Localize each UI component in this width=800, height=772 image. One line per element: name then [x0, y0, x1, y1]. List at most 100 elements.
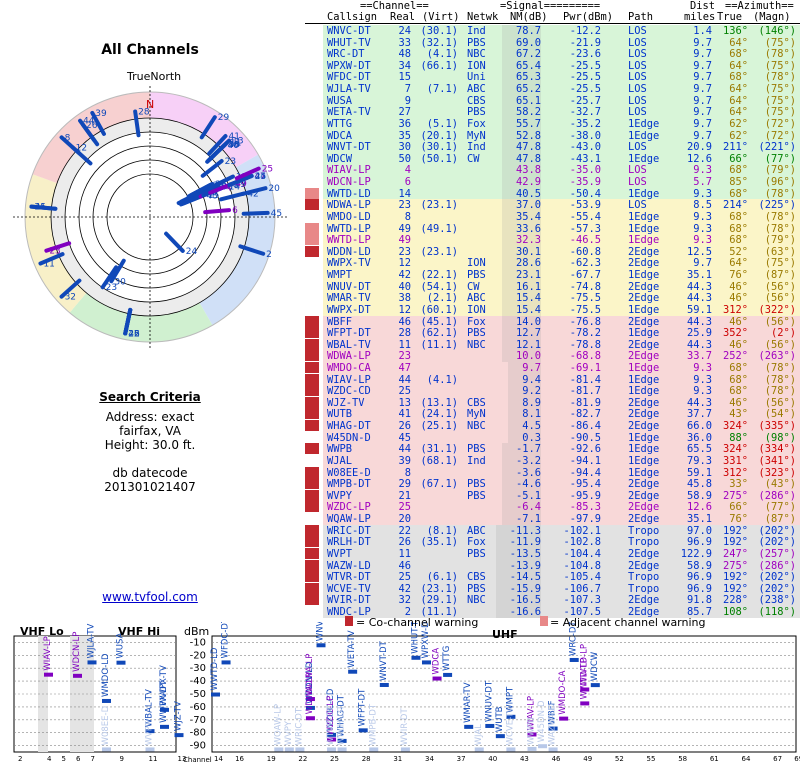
cell-call: WZDC-LP — [327, 501, 371, 514]
signal-bar-label: WQAW-LP — [273, 704, 283, 745]
x-tick-label: 6 — [76, 755, 81, 763]
cell-virt: (62.1) — [420, 327, 458, 340]
signal-bar — [221, 660, 231, 665]
signal-bar-label: WJZ-TV — [174, 701, 184, 731]
signal-bar-chart: -10-20-30-40-50-60-70-80-902 4 5 6 7 9 11 13 14 1… — [13, 599, 800, 763]
cell-pwr: -68.8 — [569, 350, 601, 363]
cell-call: WAZW-LD — [327, 559, 371, 572]
cell-nm: 23.1 — [501, 269, 541, 282]
cell-real: 8 — [404, 210, 411, 223]
polar-channel-label: 20 — [268, 184, 280, 194]
signal-bar-label: WNVC-DT — [316, 622, 326, 641]
cell-virt: (2.1) — [426, 292, 458, 305]
cell-tru: 68° — [729, 164, 748, 177]
cell-tru: 66° — [729, 501, 748, 514]
cell-mag: (96°) — [764, 176, 796, 189]
cell-nm: 30.1 — [501, 245, 541, 258]
cell-tru: 68° — [729, 48, 748, 61]
cell-tru: 275° — [722, 489, 748, 502]
cell-nm: -4.6 — [501, 478, 541, 491]
cell-dist: 58.9 — [686, 489, 712, 502]
cell-tru: 64° — [729, 59, 748, 72]
signal-bar — [284, 747, 294, 752]
signal-bar-label: WDCN-LP — [72, 632, 82, 672]
cell-dist: 96.9 — [686, 536, 712, 549]
cell-dist: 44.3 — [686, 396, 712, 409]
x-tick-label: 58 — [678, 755, 687, 763]
cell-path: 1Edge — [628, 466, 660, 479]
x-tick-label: 5 — [62, 755, 66, 763]
cell-mag: (78°) — [764, 210, 796, 223]
signal-bar-label: WIAV-LP — [43, 636, 53, 670]
cell-nm: -15.9 — [495, 582, 541, 595]
cell-net: Ind — [467, 454, 486, 467]
cell-mag: (238°) — [758, 594, 796, 607]
cell-pwr: -62.3 — [569, 257, 601, 270]
col-nm: NM(dB) — [510, 11, 548, 23]
cell-dist: 9.7 — [693, 257, 712, 270]
cell-mag: (77°) — [764, 152, 796, 165]
cell-mag: (56°) — [764, 292, 796, 305]
cell-nm: 35.4 — [501, 210, 541, 223]
cell-real: 24 — [398, 25, 411, 37]
cell-nm: 14.0 — [501, 315, 541, 328]
signal-bar — [432, 676, 442, 681]
signal-bar-label: WNUV-DT — [484, 680, 494, 722]
signal-bar-label: WWTD-LP — [579, 644, 589, 685]
cell-virt: (23.1) — [420, 245, 458, 258]
cell-dist: 35.1 — [686, 513, 712, 526]
cell-call: WRLH-DT — [327, 536, 371, 549]
x-tick-label: 34 — [425, 755, 434, 763]
cell-nm: 16.1 — [501, 280, 541, 293]
cell-tru: 46° — [729, 396, 748, 409]
table-row: WQAW-LP 20 -7.1 -97.9 2Edge 35.1 76° (87°) — [305, 513, 800, 526]
cell-path: 1Edge — [628, 361, 660, 374]
adjacent-warning-icon — [305, 222, 319, 234]
x-tick-label: 43 — [520, 755, 529, 763]
cell-path: 2Edge — [628, 396, 660, 409]
signal-bar-label: WVIR-DT — [400, 708, 410, 746]
cell-virt: (67.1) — [420, 478, 458, 491]
cell-net: NBC — [467, 338, 486, 351]
tvfool-link[interactable]: www.tvfool.com — [0, 590, 300, 604]
cell-mag: (79°) — [764, 234, 796, 247]
cell-call: WFPT-DT — [327, 327, 371, 340]
cell-real: 25 — [398, 501, 411, 514]
cell-tru: 192° — [722, 536, 748, 549]
cell-mag: (63°) — [764, 245, 796, 258]
cell-mag: (78°) — [764, 71, 796, 84]
cell-net: ABC — [467, 83, 486, 96]
table-row: WVPT 11 PBS -13.5 -104.4 2Edge 122.9 247° (257°) — [305, 547, 800, 560]
cell-nm: 78.7 — [501, 25, 541, 37]
signal-bar-label: WWTD-LD — [210, 647, 220, 690]
cell-virt: (35.1) — [420, 536, 458, 549]
cell-path: 2Edge — [628, 559, 660, 572]
criteria-line: Address: exact — [105, 410, 195, 424]
cell-call: WMDO-LD — [327, 210, 371, 223]
signal-bar-label: WMDO-CA — [558, 670, 568, 714]
table-row: WDCA 35 (20.1) MyN 52.8 -38.0 1Edge 9.7 62° (72°) — [305, 129, 800, 142]
cell-tru: 68° — [729, 234, 748, 247]
cell-nm: 12.7 — [501, 327, 541, 340]
table-row: WVPY 21 PBS -5.1 -95.9 2Edge 58.9 275° (286°) — [305, 489, 800, 502]
cell-call: WUSA — [327, 94, 353, 107]
cell-path: 2Edge — [628, 478, 660, 491]
cell-dist: 37.7 — [686, 408, 712, 421]
signal-bar-label: W45DN-D — [537, 700, 547, 742]
cell-real: 4 — [404, 164, 411, 177]
cell-nm: 69.0 — [501, 36, 541, 49]
cell-call: WWTD-LP — [327, 234, 371, 247]
cell-real: 42 — [398, 582, 411, 595]
signal-bar — [569, 657, 579, 662]
signal-bar — [527, 746, 537, 751]
cell-net: PBS — [467, 443, 486, 456]
cell-path: LOS — [628, 94, 647, 107]
vhf-lo-label: VHF Lo — [20, 625, 64, 638]
cochannel-warning-icon — [305, 443, 319, 455]
vhf-hi-label: VHF Hi — [118, 625, 161, 638]
criteria-line: fairfax, VA — [119, 424, 181, 438]
cell-nm: -11.3 — [495, 524, 541, 537]
cochannel-warning-icon — [305, 524, 319, 536]
cell-real: 44 — [398, 443, 411, 456]
cell-pwr: -95.4 — [569, 478, 601, 491]
